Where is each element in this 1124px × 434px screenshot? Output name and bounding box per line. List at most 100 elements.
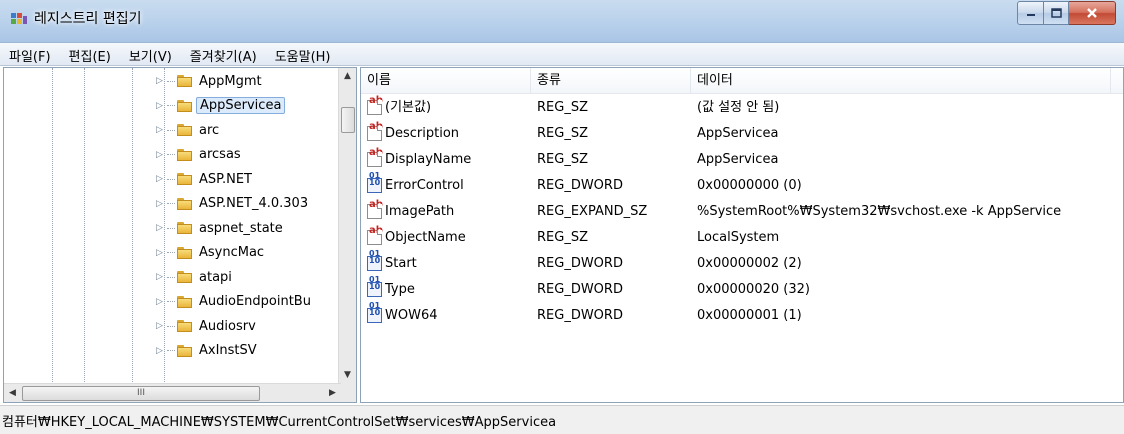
- table-row[interactable]: Type REG_DWORD 0x00000020 (32): [361, 275, 1123, 303]
- binary-value-icon: [367, 275, 382, 297]
- values-list-pane[interactable]: 이름 종류 데이터 (기본값) REG_SZ (값 설정 안 됨) Descripti…: [360, 67, 1124, 403]
- value-type: REG_EXPAND_SZ: [537, 204, 648, 219]
- key-tree-pane[interactable]: ▷ AppMgmt ▷ AppServicea ▷ arc ▷ arcsas ▷ ASP.NET ▷…: [3, 67, 357, 403]
- tree-item-label: AxInstSV: [199, 343, 257, 358]
- value-name: ImagePath: [385, 204, 455, 219]
- value-name: (기본값): [385, 100, 432, 115]
- value-type: REG_SZ: [537, 152, 588, 167]
- expand-arrow-icon[interactable]: ▷: [156, 199, 165, 209]
- tree-vscroll-thumb[interactable]: [341, 107, 355, 133]
- tree-item[interactable]: ▷ ASP.NET_4.0.303: [156, 193, 311, 215]
- expand-arrow-icon[interactable]: ▷: [156, 76, 165, 86]
- tree-connector: [167, 105, 175, 106]
- value-name: Type: [385, 282, 415, 297]
- table-row[interactable]: ObjectName REG_SZ LocalSystem: [361, 225, 1123, 251]
- tree-item[interactable]: ▷ AppServicea: [156, 95, 286, 117]
- folder-icon: [177, 197, 192, 210]
- tree-connector: [167, 154, 175, 155]
- current-key-path: 컴퓨터₩HKEY_LOCAL_MACHINE₩SYSTEM₩CurrentCon…: [2, 415, 557, 430]
- column-name-header[interactable]: 이름: [361, 68, 531, 93]
- binary-value-icon: [367, 171, 382, 193]
- tree-connector: [167, 276, 175, 278]
- tree-item-label: AppMgmt: [199, 73, 262, 89]
- tree-item[interactable]: ▷ AppMgmt: [156, 70, 265, 92]
- tree-item-label: ASP.NET_4.0.303: [199, 196, 309, 211]
- tree-item[interactable]: ▷ ASP.NET: [156, 168, 255, 190]
- menu-file[interactable]: 파일(F): [0, 43, 60, 65]
- maximize-button[interactable]: [1044, 1, 1069, 25]
- registry-editor-icon: [11, 13, 27, 24]
- value-type: REG_DWORD: [537, 282, 623, 297]
- tree-vertical-scrollbar[interactable]: ▲ ▼: [338, 68, 356, 384]
- tree-item-label: arcsas: [199, 147, 241, 162]
- value-data: 0x00000020 (32): [697, 282, 810, 297]
- menu-bar: 파일(F) 편집(E) 보기(V) 즐겨찾기(A) 도움말(H): [0, 43, 1124, 66]
- expand-arrow-icon[interactable]: ▷: [156, 321, 165, 331]
- folder-icon: [177, 222, 192, 234]
- tree-connector: [167, 227, 175, 229]
- string-value-icon: [367, 95, 383, 115]
- table-row[interactable]: Description REG_SZ AppServicea: [361, 121, 1123, 147]
- menu-edit[interactable]: 편집(E): [60, 43, 120, 65]
- scroll-corner: [339, 384, 356, 402]
- expand-arrow-icon[interactable]: ▷: [156, 150, 165, 160]
- expand-arrow-icon[interactable]: ▷: [156, 248, 165, 258]
- expand-arrow-icon[interactable]: ▷: [156, 174, 165, 184]
- folder-icon: [177, 148, 192, 161]
- string-value-icon: [367, 147, 383, 167]
- expand-arrow-icon[interactable]: ▷: [156, 223, 165, 233]
- expand-arrow-icon[interactable]: ▷: [156, 101, 165, 111]
- tree-horizontal-scrollbar[interactable]: ◀ III ▶: [4, 383, 341, 402]
- scroll-down-icon[interactable]: ▼: [339, 367, 356, 384]
- window-title: 레지스트리 편집기: [34, 11, 142, 27]
- value-data: AppServicea: [697, 152, 779, 167]
- table-row[interactable]: (기본값) REG_SZ (값 설정 안 됨): [361, 95, 1123, 121]
- value-data: %SystemRoot%₩System32₩svchost.exe -k App…: [697, 204, 1062, 219]
- folder-icon: [177, 124, 192, 136]
- tree-hscroll-thumb[interactable]: III: [22, 386, 260, 401]
- scroll-left-icon[interactable]: ◀: [4, 384, 21, 402]
- table-row[interactable]: DisplayName REG_SZ AppServicea: [361, 147, 1123, 173]
- expand-arrow-icon[interactable]: ▷: [156, 297, 165, 307]
- title-bar[interactable]: 레지스트리 편집기: [0, 0, 1124, 43]
- menu-favorites[interactable]: 즐겨찾기(A): [181, 43, 266, 65]
- tree-item-label: AudioEndpointBu: [199, 294, 311, 309]
- tree-item[interactable]: ▷ arc: [156, 119, 222, 141]
- tree-item[interactable]: ▷ arcsas: [156, 144, 244, 166]
- column-type-header[interactable]: 종류: [531, 68, 691, 93]
- status-bar: 컴퓨터₩HKEY_LOCAL_MACHINE₩SYSTEM₩CurrentCon…: [0, 405, 1124, 434]
- scroll-up-icon[interactable]: ▲: [339, 68, 356, 85]
- tree-connector: [167, 178, 175, 180]
- tree-item[interactable]: ▷ AsyncMac: [156, 242, 267, 264]
- table-row[interactable]: Start REG_DWORD 0x00000002 (2): [361, 249, 1123, 277]
- expand-arrow-icon[interactable]: ▷: [156, 272, 165, 282]
- expand-arrow-icon[interactable]: ▷: [156, 125, 165, 135]
- menu-help[interactable]: 도움말(H): [266, 43, 340, 65]
- folder-icon: [177, 246, 192, 259]
- tree-item-label: Audiosrv: [199, 318, 256, 334]
- string-value-icon: [367, 121, 383, 141]
- expand-arrow-icon[interactable]: ▷: [156, 346, 165, 356]
- table-row[interactable]: ImagePath REG_EXPAND_SZ %SystemRoot%₩Syste…: [361, 199, 1123, 225]
- tree-item-label: AsyncMac: [199, 245, 265, 260]
- menu-view[interactable]: 보기(V): [120, 43, 181, 65]
- table-row[interactable]: ErrorControl REG_DWORD 0x00000000 (0): [361, 171, 1123, 199]
- tree-connector: [167, 301, 175, 302]
- tree-item[interactable]: ▷ atapi: [156, 266, 235, 288]
- tree-item[interactable]: ▷ AudioEndpointBu: [156, 291, 314, 313]
- tree-item[interactable]: ▷ Audiosrv: [156, 315, 259, 337]
- tree-item-label: arc: [199, 122, 220, 138]
- value-data: (값 설정 안 됨): [697, 100, 780, 115]
- close-button[interactable]: [1069, 1, 1116, 25]
- tree-connector: [167, 350, 175, 351]
- folder-icon: [177, 99, 192, 112]
- value-name: ObjectName: [385, 230, 466, 245]
- table-row[interactable]: WOW64 REG_DWORD 0x00000001 (1): [361, 301, 1123, 329]
- value-name: ErrorControl: [385, 178, 464, 193]
- column-data-header[interactable]: 데이터: [691, 68, 1111, 93]
- tree-item[interactable]: ▷ aspnet_state: [156, 217, 286, 239]
- tree-connector: [167, 129, 175, 131]
- tree-item[interactable]: ▷ AxInstSV: [156, 340, 260, 362]
- minimize-button[interactable]: [1017, 1, 1044, 25]
- folder-icon: [177, 271, 192, 283]
